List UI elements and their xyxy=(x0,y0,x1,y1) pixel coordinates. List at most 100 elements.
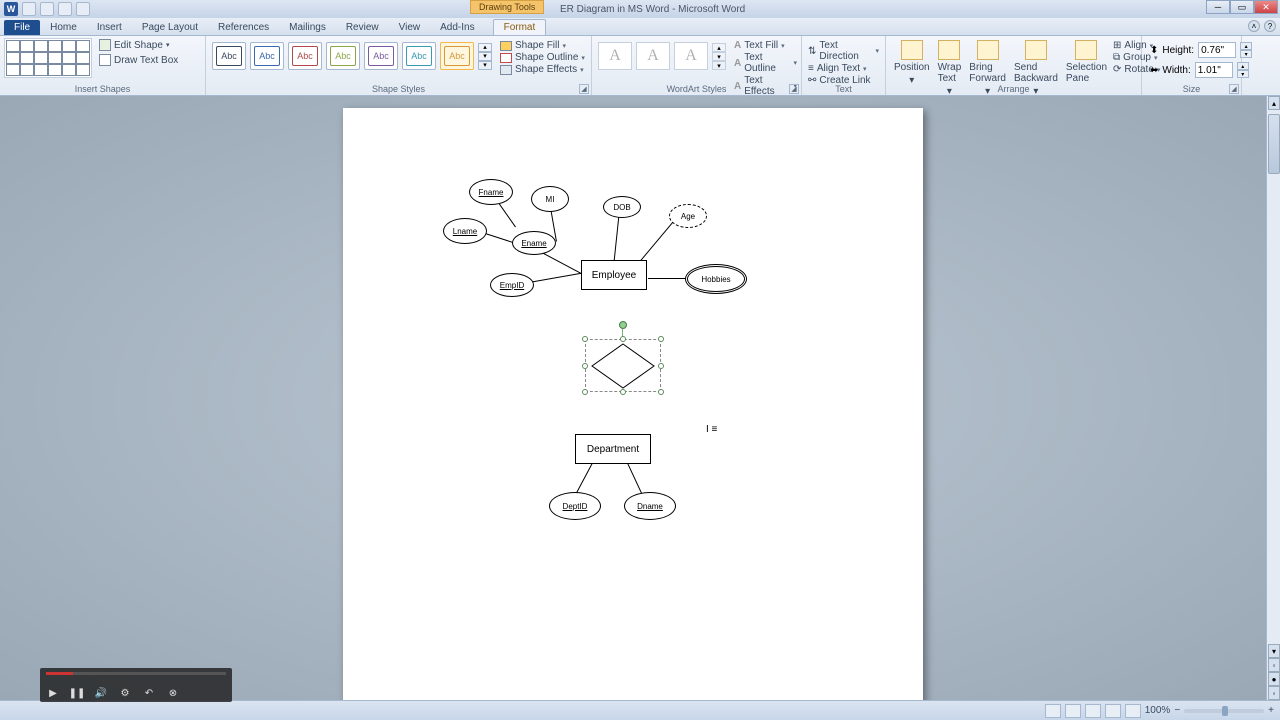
text-direction-button[interactable]: ⇅Text Direction▾ xyxy=(808,40,879,62)
selection-pane-icon xyxy=(1075,40,1097,60)
tab-add-ins[interactable]: Add-Ins xyxy=(430,20,484,35)
height-icon: ⬍ xyxy=(1150,45,1158,56)
edit-shape-button[interactable]: Edit Shape ▾ xyxy=(96,38,181,52)
tab-view[interactable]: View xyxy=(389,20,431,35)
page[interactable]: Fname MI Lname Ename DOB Age EmpID Hobbi… xyxy=(343,108,923,700)
zoom-in-button[interactable]: + xyxy=(1268,705,1274,716)
minimize-button[interactable]: ─ xyxy=(1206,0,1230,14)
shape-styles-launcher[interactable]: ◢ xyxy=(579,84,589,94)
attr-ename[interactable]: Ename xyxy=(512,231,556,255)
print-layout-view-button[interactable] xyxy=(1045,704,1061,718)
resize-handle-w[interactable] xyxy=(582,363,588,369)
tab-home[interactable]: Home xyxy=(40,20,87,35)
zoom-level[interactable]: 100% xyxy=(1145,705,1171,716)
relationship-diamond[interactable] xyxy=(591,343,655,389)
zoom-slider-knob[interactable] xyxy=(1222,706,1228,716)
web-layout-view-button[interactable] xyxy=(1085,704,1101,718)
attr-label: EmpID xyxy=(500,281,524,290)
attr-age[interactable]: Age xyxy=(669,204,707,228)
shape-effects-button[interactable]: Shape Effects▾ xyxy=(500,64,585,75)
group-icon: ⧉ xyxy=(1113,52,1120,63)
align-icon: ⊞ xyxy=(1113,40,1121,51)
tab-mailings[interactable]: Mailings xyxy=(279,20,336,35)
close-overlay-button[interactable]: ⊗ xyxy=(166,686,180,700)
close-button[interactable]: ✕ xyxy=(1254,0,1278,14)
wordart-launcher[interactable]: ◢ xyxy=(789,84,799,94)
pause-button[interactable]: ❚❚ xyxy=(70,686,84,700)
rewind-button[interactable]: ↶ xyxy=(142,686,156,700)
style-gallery-more[interactable]: ▴▾▾ xyxy=(478,43,492,70)
next-page-button[interactable]: ◦ xyxy=(1268,686,1280,700)
scroll-thumb[interactable] xyxy=(1268,114,1280,174)
attr-mi[interactable]: MI xyxy=(531,186,569,212)
qat-undo-icon[interactable] xyxy=(40,2,54,16)
attr-hobbies[interactable]: Hobbies xyxy=(687,266,745,292)
draft-view-button[interactable] xyxy=(1125,704,1141,718)
resize-handle-n[interactable] xyxy=(620,336,626,342)
text-fill-button[interactable]: AText Fill▾ xyxy=(734,40,797,51)
resize-handle-e[interactable] xyxy=(658,363,664,369)
shape-effects-label: Shape Effects xyxy=(515,64,577,75)
scroll-up-arrow[interactable]: ▴ xyxy=(1268,96,1280,110)
group-label-wordart-styles: WordArt Styles xyxy=(592,83,801,95)
scroll-down-arrow[interactable]: ▾ xyxy=(1268,644,1280,658)
play-button[interactable]: ▶ xyxy=(46,686,60,700)
full-screen-view-button[interactable] xyxy=(1065,704,1081,718)
height-input[interactable] xyxy=(1198,42,1236,58)
position-label: Position xyxy=(894,62,930,73)
zoom-out-button[interactable]: − xyxy=(1174,705,1180,716)
resize-handle-ne[interactable] xyxy=(658,336,664,342)
shape-style-gallery[interactable]: Abc Abc Abc Abc Abc Abc Abc ▴▾▾ xyxy=(210,38,494,82)
attr-fname[interactable]: Fname xyxy=(469,179,513,205)
align-text-button[interactable]: ≡Align Text▾ xyxy=(808,63,879,74)
width-input[interactable] xyxy=(1195,62,1233,78)
outline-view-button[interactable] xyxy=(1105,704,1121,718)
maximize-button[interactable]: ▭ xyxy=(1230,0,1254,14)
width-spinner[interactable]: ▴▾ xyxy=(1237,62,1249,78)
tab-format[interactable]: Format xyxy=(493,19,547,35)
shapes-gallery[interactable] xyxy=(4,38,92,78)
draw-text-box-button[interactable]: Draw Text Box xyxy=(96,53,181,67)
resize-handle-nw[interactable] xyxy=(582,336,588,342)
tab-references[interactable]: References xyxy=(208,20,279,35)
zoom-slider[interactable] xyxy=(1184,709,1264,713)
attr-dob[interactable]: DOB xyxy=(603,196,641,218)
attr-dname[interactable]: Dname xyxy=(624,492,676,520)
shape-fill-button[interactable]: Shape Fill▾ xyxy=(500,40,585,51)
attr-deptid[interactable]: DeptID xyxy=(549,492,601,520)
ribbon: Edit Shape ▾ Draw Text Box Insert Shapes… xyxy=(0,36,1280,96)
height-spinner[interactable]: ▴▾ xyxy=(1240,42,1252,58)
resize-handle-sw[interactable] xyxy=(582,389,588,395)
qat-save-icon[interactable] xyxy=(22,2,36,16)
attr-lname[interactable]: Lname xyxy=(443,218,487,244)
volume-button[interactable]: 🔊 xyxy=(94,686,108,700)
size-launcher[interactable]: ◢ xyxy=(1229,84,1239,94)
playback-progress[interactable] xyxy=(46,672,226,675)
text-box-icon xyxy=(99,54,111,66)
text-outline-button[interactable]: AText Outline▾ xyxy=(734,52,797,74)
tab-insert[interactable]: Insert xyxy=(87,20,132,35)
bring-forward-icon xyxy=(977,40,999,60)
qat-customize-icon[interactable] xyxy=(76,2,90,16)
vertical-scrollbar[interactable]: ▴ ▾ ◦ ● ◦ xyxy=(1266,96,1280,700)
shape-outline-button[interactable]: Shape Outline▾ xyxy=(500,52,585,63)
title-bar: W Drawing Tools ER Diagram in MS Word - … xyxy=(0,0,1280,18)
prev-page-button[interactable]: ◦ xyxy=(1268,658,1280,672)
resize-handle-se[interactable] xyxy=(658,389,664,395)
settings-button[interactable]: ⚙ xyxy=(118,686,132,700)
media-playback-overlay: ▶ ❚❚ 🔊 ⚙ ↶ ⊗ xyxy=(40,668,232,702)
tab-page-layout[interactable]: Page Layout xyxy=(132,20,208,35)
tab-review[interactable]: Review xyxy=(336,20,389,35)
entity-employee[interactable]: Employee xyxy=(581,260,647,290)
rotation-handle[interactable] xyxy=(619,321,627,329)
align-text-icon: ≡ xyxy=(808,63,814,74)
entity-department[interactable]: Department xyxy=(575,434,651,464)
wordart-gallery[interactable]: A A A ▴▾▾ xyxy=(596,38,728,82)
attr-empid[interactable]: EmpID xyxy=(490,273,534,297)
help-button[interactable]: ? xyxy=(1264,20,1276,32)
file-tab[interactable]: File xyxy=(4,20,40,35)
browse-object-button[interactable]: ● xyxy=(1268,672,1280,686)
resize-handle-s[interactable] xyxy=(620,389,626,395)
minimize-ribbon-button[interactable]: ˄ xyxy=(1248,20,1260,32)
qat-redo-icon[interactable] xyxy=(58,2,72,16)
